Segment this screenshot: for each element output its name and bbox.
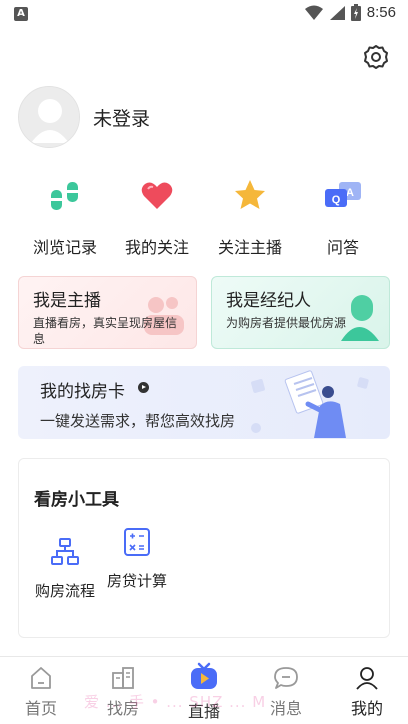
nav-label: 我的 (350, 699, 383, 718)
flowchart-icon (51, 538, 79, 565)
quick-link-label: 浏览记录 (32, 238, 97, 257)
buildings-icon (112, 667, 134, 689)
quick-link-follow-anchor[interactable]: 关注主播 (205, 176, 295, 258)
tool-purchase-process[interactable]: 购房流程 (29, 535, 101, 601)
role-title: 我是主播 (33, 291, 101, 311)
wifi-icon (304, 5, 323, 20)
quick-link-qa[interactable]: A Q 问答 (298, 176, 388, 258)
quick-link-label: 问答 (326, 238, 359, 257)
live-tv-icon (191, 662, 217, 689)
tool-label: 房贷计算 (106, 572, 167, 590)
home-icon (31, 667, 51, 689)
message-icon (274, 667, 298, 689)
nav-label: 首页 (24, 699, 57, 718)
role-subtitle: 直播看房，真实呈现房屋信息 (33, 316, 178, 346)
notification-badge-icon: A (14, 7, 28, 21)
person-document-illustration-icon (251, 370, 369, 438)
login-status-text[interactable]: 未登录 (93, 104, 150, 131)
footprints-icon (51, 182, 78, 210)
role-title: 我是经纪人 (226, 291, 311, 311)
nav-mine[interactable]: 我的 (326, 657, 408, 724)
tool-loan-calculator[interactable]: 房贷计算 (105, 525, 169, 591)
role-card-anchor[interactable]: 我是主播 直播看房，真实呈现房屋信息 (18, 276, 197, 349)
clock: 8:56 (366, 4, 396, 21)
signal-icon (329, 5, 345, 20)
gear-icon[interactable] (362, 43, 390, 71)
role-subtitle: 为购房者提供最优房源 (226, 316, 347, 330)
quick-link-history[interactable]: 浏览记录 (20, 176, 110, 258)
svg-text:Q: Q (332, 194, 341, 206)
role-card-agent[interactable]: 我是经纪人 为购房者提供最优房源 (211, 276, 390, 349)
arrow-right-icon (138, 382, 149, 393)
find-card-title: 我的找房卡 (40, 382, 125, 402)
quick-link-follow[interactable]: 我的关注 (112, 176, 202, 258)
tools-card: 看房小工具 购房流程 房贷计算 (18, 458, 390, 638)
star-icon (235, 180, 265, 209)
nav-home[interactable]: 首页 (0, 657, 82, 724)
watermark: 爱 ... 手 • ... SHZ ... M (84, 693, 267, 711)
tool-label: 购房流程 (34, 582, 95, 600)
battery-icon (350, 4, 361, 21)
heart-icon (141, 182, 173, 209)
bottom-nav: 首页 找房 直播 消息 我的 (0, 656, 408, 724)
person-icon (356, 667, 378, 690)
avatar[interactable] (18, 86, 80, 148)
calculator-icon (124, 528, 150, 556)
quick-links: 浏览记录 我的关注 关注主播 A Q 问答 (0, 176, 408, 258)
quick-link-label: 关注主播 (217, 238, 282, 257)
status-bar: A 8:56 (0, 0, 408, 28)
find-card-subtitle: 一键发送需求，帮您高效找房 (40, 412, 236, 430)
find-house-card[interactable]: 我的找房卡 一键发送需求，帮您高效找房 (18, 366, 390, 439)
tools-title: 看房小工具 (34, 490, 119, 510)
svg-text:A: A (346, 187, 354, 199)
default-avatar-icon (19, 87, 79, 147)
quick-link-label: 我的关注 (124, 238, 189, 257)
qa-icon: A Q (325, 182, 361, 207)
